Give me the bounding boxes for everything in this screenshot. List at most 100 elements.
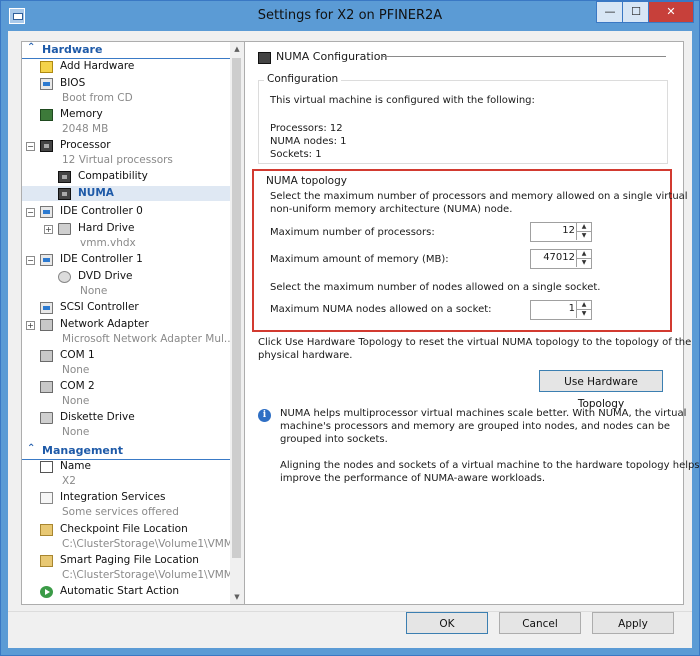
increment-arrow-icon[interactable]: ▲: [576, 223, 591, 232]
tree-item-detail: Some services offered: [62, 506, 179, 518]
title-bar[interactable]: Settings for X2 on PFINER2A — ☐ ✕: [1, 1, 699, 31]
collapse-chevron-icon[interactable]: ⌃: [27, 42, 35, 53]
processor-icon: [40, 140, 53, 152]
max-processors-value[interactable]: 12: [562, 225, 575, 236]
numa-info-line2: machine's processors and memory are grou…: [280, 421, 671, 432]
tree-item-label: Compatibility: [78, 170, 148, 182]
tree-item-label: Diskette Drive: [60, 411, 135, 423]
hardware-section-header[interactable]: ⌃ Hardware: [22, 42, 231, 59]
max-numa-nodes-label: Maximum NUMA nodes allowed on a socket:: [270, 304, 492, 315]
tree-item-label: NUMA: [78, 187, 114, 199]
name-icon: [40, 461, 53, 473]
com-port-icon: [40, 350, 53, 362]
tree-item-label: Integration Services: [60, 491, 166, 503]
bios-icon: [40, 78, 53, 90]
numa-panel-icon: [258, 52, 271, 64]
tree-item-detail: Microsoft Network Adapter Mul...: [62, 333, 232, 345]
max-memory-value[interactable]: 47012: [543, 252, 575, 263]
sockets-count-text: Sockets: 1: [270, 149, 322, 160]
configuration-group-label: Configuration: [264, 73, 342, 85]
numa-nodes-count-text: NUMA nodes: 1: [270, 136, 347, 147]
ok-button[interactable]: OK: [406, 612, 488, 634]
management-section-header[interactable]: ⌃ Management: [22, 443, 231, 460]
info-icon: i: [258, 409, 271, 422]
management-section-label: Management: [42, 444, 123, 457]
tree-item-detail: None: [62, 364, 90, 376]
hardware-topology-text-line1: Click Use Hardware Topology to reset the…: [258, 337, 692, 348]
tree-item-label: BIOS: [60, 77, 86, 89]
config-intro-text: This virtual machine is configured with …: [270, 95, 535, 106]
tree-item-detail: None: [80, 285, 108, 297]
tree-item-label: Name: [60, 460, 91, 472]
max-memory-stepper[interactable]: 47012 ▲ ▼: [530, 249, 592, 269]
ide-controller-icon: [40, 254, 53, 266]
numa-configuration-panel: NUMA Configuration Configuration This vi…: [244, 41, 700, 605]
processors-count-text: Processors: 12: [270, 123, 343, 134]
scroll-up-icon[interactable]: ▲: [230, 42, 244, 56]
tree-item-label: Smart Paging File Location: [60, 554, 199, 566]
window-title: Settings for X2 on PFINER2A: [257, 8, 443, 23]
tree-item-detail: None: [62, 395, 90, 407]
close-button[interactable]: ✕: [648, 1, 694, 23]
tree-item-label: Processor: [60, 139, 111, 151]
tree-scrollbar[interactable]: ▲ ▼: [230, 41, 245, 605]
scsi-controller-icon: [40, 302, 53, 314]
network-adapter-icon: [40, 319, 53, 331]
numa-topology-group-label: NUMA topology: [266, 175, 347, 187]
apply-button[interactable]: Apply: [592, 612, 674, 634]
max-numa-nodes-stepper[interactable]: 1 ▲ ▼: [530, 300, 592, 320]
tree-item-detail: Boot from CD: [62, 92, 133, 104]
compatibility-icon: [58, 171, 71, 183]
start-action-icon: [40, 586, 53, 598]
tree-item-detail: C:\ClusterStorage\Volume1\VMM: [62, 569, 232, 581]
tree-item-label: Memory: [60, 108, 103, 120]
selection-highlight: [22, 186, 231, 201]
smart-paging-folder-icon: [40, 555, 53, 567]
dvd-drive-icon: [58, 271, 71, 283]
use-hardware-topology-button[interactable]: Use Hardware Topology: [539, 370, 663, 410]
tree-item-detail: 2048 MB: [62, 123, 109, 135]
decrement-arrow-icon[interactable]: ▼: [576, 310, 591, 318]
footer-divider: [8, 611, 692, 612]
tree-item-label: Automatic Start Action: [60, 585, 180, 597]
numa-icon: [58, 188, 71, 200]
checkpoint-folder-icon: [40, 524, 53, 536]
scrollbar-thumb[interactable]: [232, 58, 241, 558]
tree-item-label: IDE Controller 0: [60, 205, 143, 217]
max-numa-nodes-value[interactable]: 1: [569, 303, 575, 314]
tree-item-label: COM 1: [60, 349, 95, 361]
settings-tree: ⌃ Hardware Add Hardware BIOS Boot from C…: [21, 41, 232, 605]
increment-arrow-icon[interactable]: ▲: [576, 250, 591, 259]
expand-toggle-icon[interactable]: −: [26, 208, 35, 217]
increment-arrow-icon[interactable]: ▲: [576, 301, 591, 310]
expand-toggle-icon[interactable]: −: [26, 142, 35, 151]
memory-icon: [40, 109, 53, 121]
minimize-button[interactable]: —: [596, 1, 624, 23]
expand-toggle-icon[interactable]: +: [44, 225, 53, 234]
panel-title: NUMA Configuration: [276, 50, 388, 63]
title-divider: [381, 56, 666, 57]
expand-toggle-icon[interactable]: +: [26, 321, 35, 330]
decrement-arrow-icon[interactable]: ▼: [576, 259, 591, 267]
hardware-topology-text-line2: physical hardware.: [258, 350, 353, 361]
add-hardware-icon: [40, 61, 53, 73]
tree-item-detail: 12 Virtual processors: [62, 154, 173, 166]
numa-info-line1: NUMA helps multiprocessor virtual machin…: [280, 408, 687, 419]
maximize-button[interactable]: ☐: [622, 1, 650, 23]
collapse-chevron-icon[interactable]: ⌃: [27, 443, 35, 454]
scroll-down-icon[interactable]: ▼: [230, 590, 244, 604]
tree-item-label: COM 2: [60, 380, 95, 392]
hard-drive-icon: [58, 223, 71, 235]
expand-toggle-icon[interactable]: −: [26, 256, 35, 265]
cancel-button[interactable]: Cancel: [499, 612, 581, 634]
decrement-arrow-icon[interactable]: ▼: [576, 232, 591, 240]
max-processors-stepper[interactable]: 12 ▲ ▼: [530, 222, 592, 242]
tree-item-detail: X2: [62, 475, 76, 487]
max-memory-label: Maximum amount of memory (MB):: [270, 254, 449, 265]
com-port-icon: [40, 381, 53, 393]
alignment-info-line2: improve the performance of NUMA-aware wo…: [280, 473, 546, 484]
numa-info-line3: grouped into sockets.: [280, 434, 388, 445]
tree-item-label: Network Adapter: [60, 318, 149, 330]
tree-item-label: IDE Controller 1: [60, 253, 143, 265]
tree-item-label: Add Hardware: [60, 60, 135, 72]
